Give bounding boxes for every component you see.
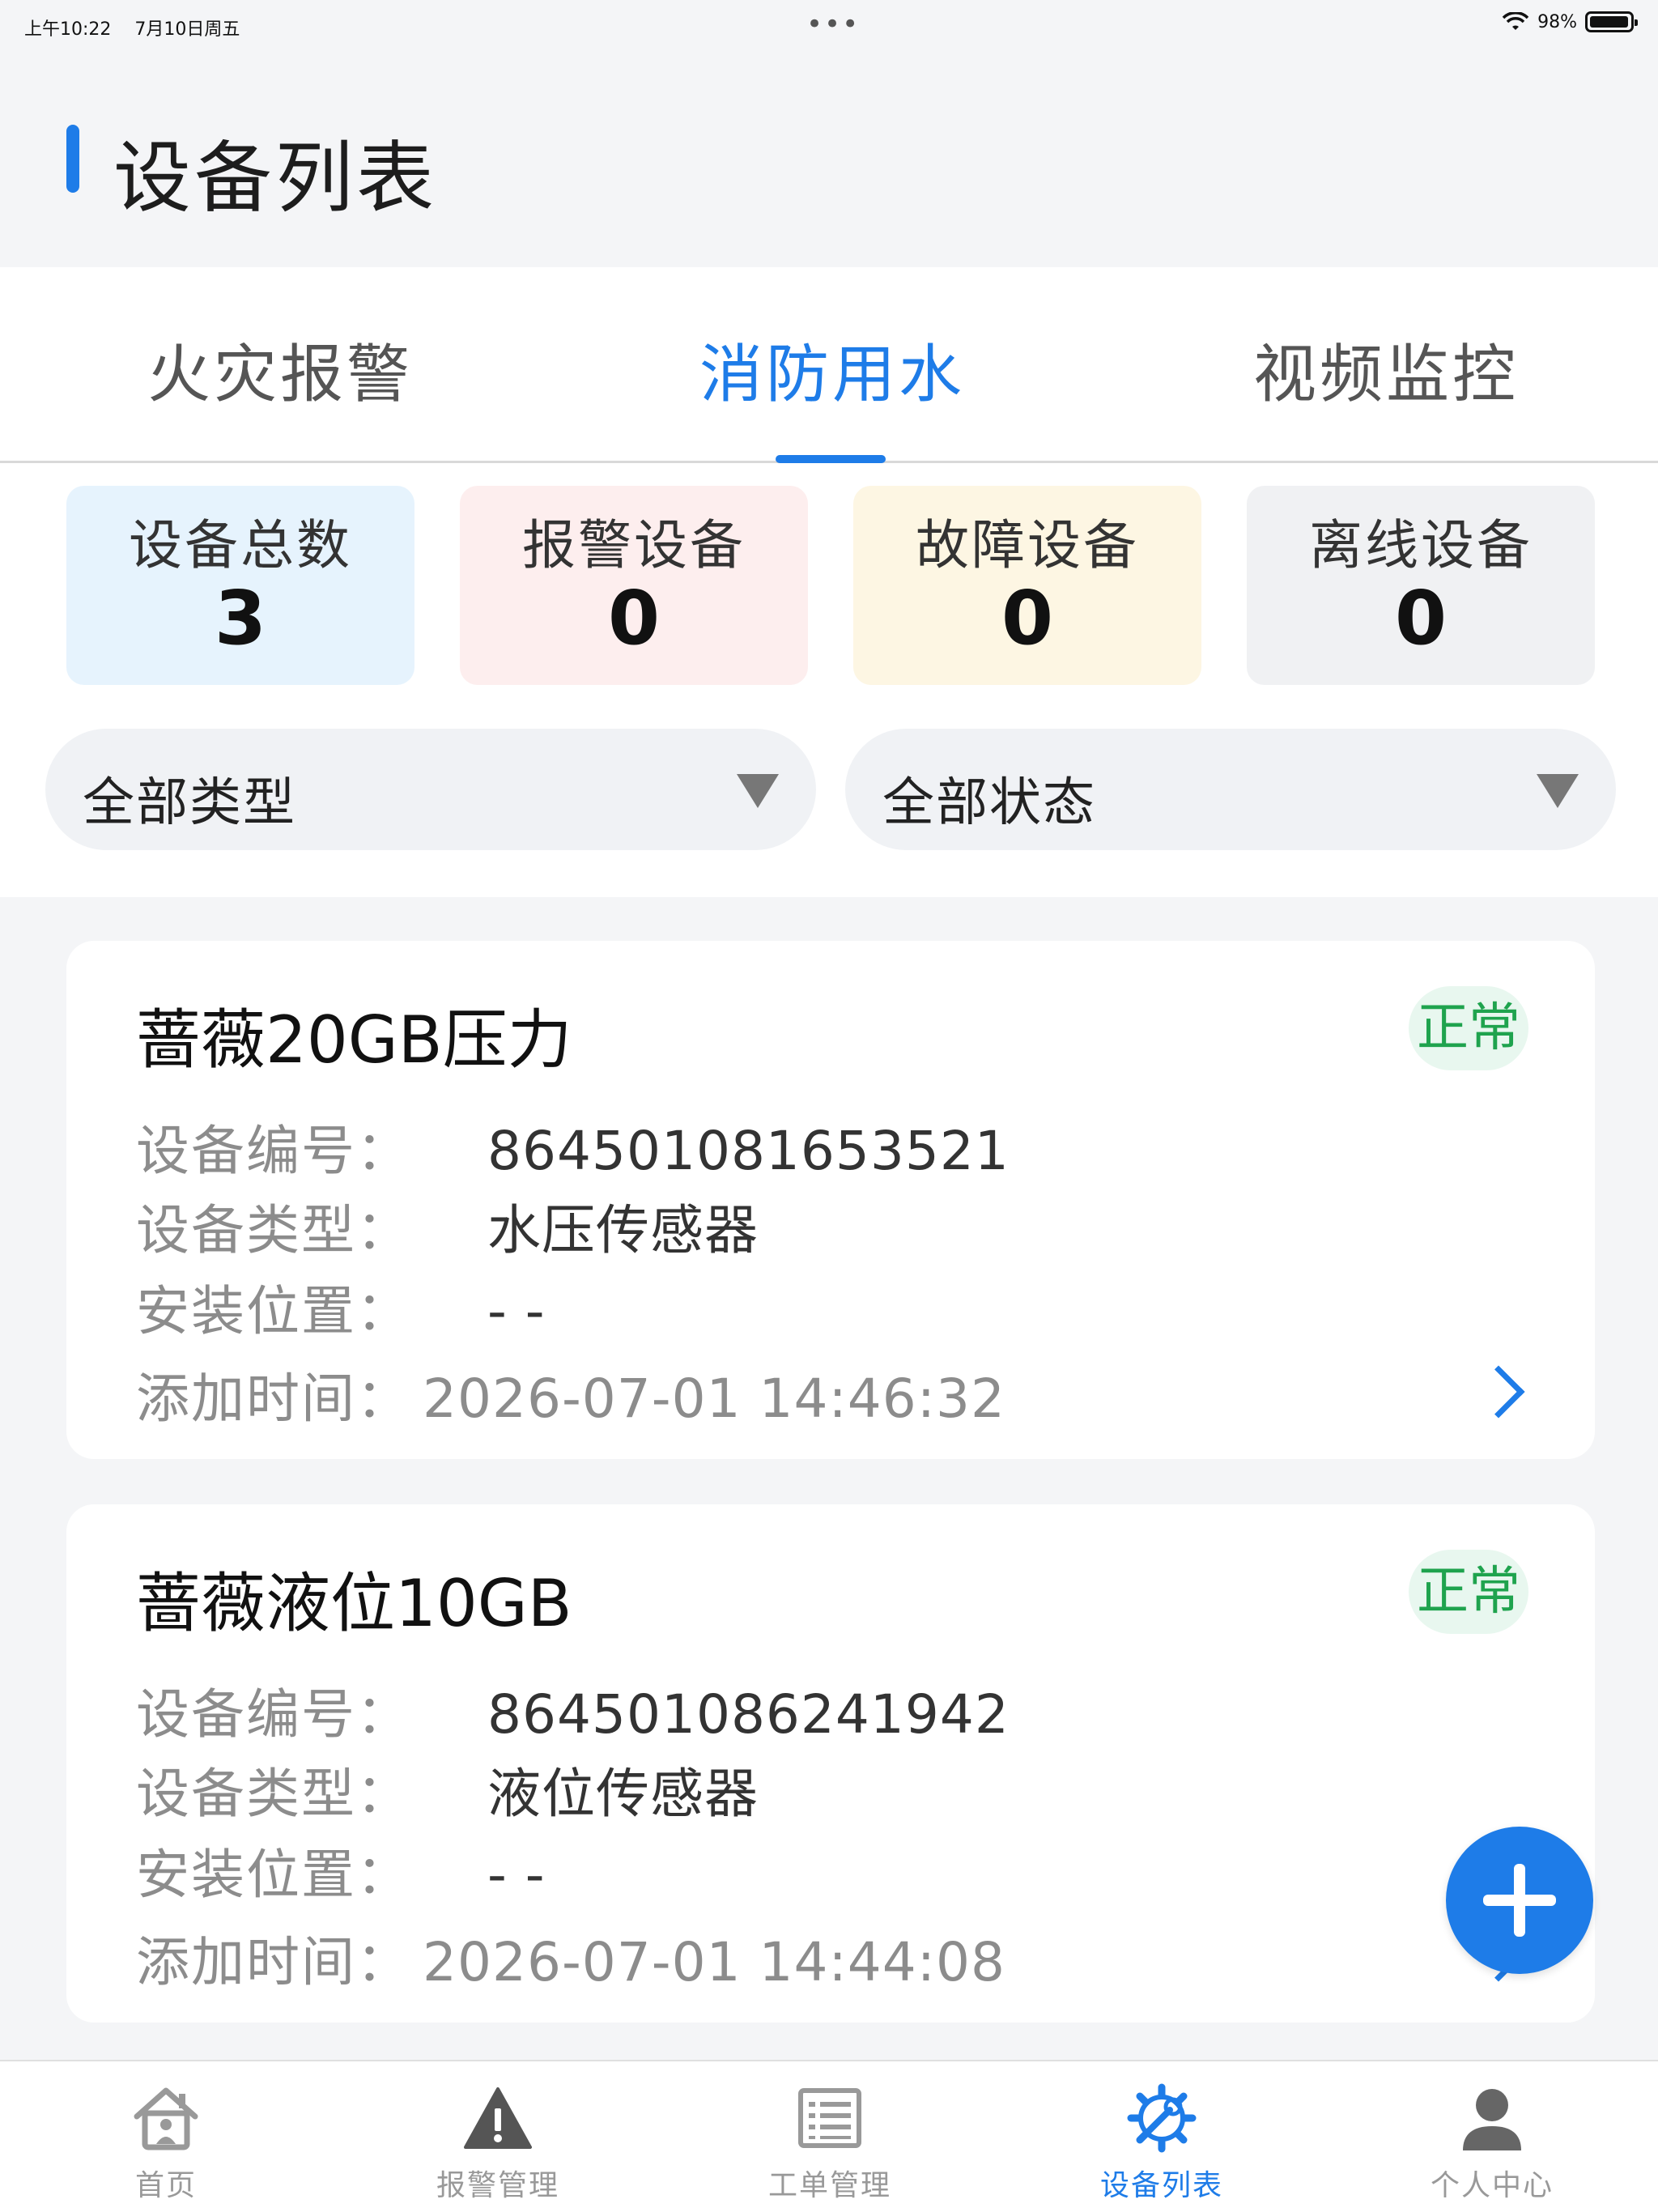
active-tab-indicator [776,455,886,463]
warning-icon [464,2087,532,2149]
nav-item-home[interactable]: 首页 [0,2061,332,2212]
field-label: 设备编号： [136,1683,411,1746]
battery-percent: 98% [1537,11,1577,32]
filter-row: 全部类型 全部状态 [45,729,1616,850]
stat-label: 报警设备 [522,514,746,576]
field-label: 添加时间： [136,1931,411,1993]
device-code: 864501081653521 [487,1120,1010,1182]
nav-label: 个人中心 [1430,2169,1554,2202]
field-label: 安装位置： [136,1280,411,1342]
nav-label: 设备列表 [1099,2169,1223,2202]
type-filter-dropdown[interactable]: 全部类型 [45,729,816,850]
field-label: 设备编号： [136,1120,411,1182]
device-name: 蔷薇20GB压力 [136,1002,572,1078]
stat-label: 设备总数 [129,514,352,576]
title-accent-bar [66,125,79,193]
user-icon [1463,2089,1521,2150]
status-filter-value: 全部状态 [882,773,1096,833]
stat-value: 0 [607,575,660,661]
field-label: 安装位置： [136,1844,411,1906]
field-label: 添加时间： [136,1368,411,1430]
device-card[interactable]: 蔷薇20GB压力 正常 设备编号： 864501081653521 设备类型： 水压… [66,941,1595,1459]
page-title: 设备列表 [113,133,437,223]
device-panel: 火灾报警 消防用水 视频监控 设备总数 3 报警设备 0 故障设备 0 离线设备… [0,267,1658,897]
stat-value: 0 [1394,575,1447,661]
tab-fire-alarm[interactable]: 火灾报警 [147,324,413,415]
tab-fire-water[interactable]: 消防用水 [699,324,965,415]
battery-fill [1590,16,1629,28]
status-right: 98% [1502,11,1638,32]
bottom-nav: 首页 报警管理 工单管理 设备列表 个人中心 [0,2060,1658,2212]
battery-icon [1585,11,1638,32]
multitask-dots[interactable]: ••• [806,8,860,40]
field-label: 设备类型： [136,1763,411,1825]
stat-offline[interactable]: 离线设备 0 [1247,486,1595,685]
device-list-page: 上午10:22 7月10日周五 ••• 98% 设备列表 火灾报警 消防用水 视… [0,0,1658,2212]
device-added-time: 2026-07-01 14:46:32 [423,1368,1005,1430]
field-label: 设备类型： [136,1199,411,1261]
nav-label: 首页 [134,2169,197,2202]
stat-label: 故障设备 [916,514,1139,576]
device-code-row: 设备编号： 864501081653521 [136,1108,1010,1185]
device-code: 864501086241942 [487,1683,1010,1746]
device-type: 水压传感器 [487,1199,759,1261]
nav-item-alarm[interactable]: 报警管理 [332,2061,664,2212]
stat-fault[interactable]: 故障设备 0 [853,486,1201,685]
add-device-button[interactable] [1446,1827,1593,1974]
status-badge: 正常 [1409,986,1528,1070]
device-added-row: 添加时间： 2026-07-01 14:44:08 [136,1919,1005,1997]
status-badge: 正常 [1409,1550,1528,1634]
device-location: - - [487,1844,546,1906]
device-card[interactable]: 蔷薇液位10GB 正常 设备编号： 864501086241942 设备类型： 液位… [66,1504,1595,2023]
wifi-icon [1502,12,1529,30]
status-bar: 上午10:22 7月10日周五 ••• 98% [0,0,1658,49]
status-filter-dropdown[interactable]: 全部状态 [845,729,1616,850]
status-time: 上午10:22 [24,19,112,40]
nav-item-device-list[interactable]: 设备列表 [996,2061,1328,2212]
dropdown-arrow-icon [737,774,779,808]
device-location-row: 安装位置： - - [136,1831,546,1909]
device-added-time: 2026-07-01 14:44:08 [423,1931,1005,1993]
device-code-row: 设备编号： 864501086241942 [136,1671,1010,1749]
device-location: - - [487,1280,546,1342]
home-icon [134,2087,198,2150]
dropdown-arrow-icon [1537,774,1579,808]
chevron-right-icon[interactable] [1472,1365,1525,1419]
status-date: 7月10日周五 [134,19,240,40]
device-type-row: 设备类型： 液位传感器 [136,1750,759,1828]
category-tabs: 火灾报警 消防用水 视频监控 [0,267,1658,463]
device-type: 液位传感器 [487,1763,759,1825]
stat-label: 离线设备 [1309,514,1533,576]
list-icon [798,2088,861,2148]
nav-label: 工单管理 [767,2169,891,2202]
tab-video-monitor[interactable]: 视频监控 [1253,324,1519,415]
nav-item-work-orders[interactable]: 工单管理 [664,2061,996,2212]
type-filter-value: 全部类型 [83,773,296,833]
stat-value: 3 [214,575,266,661]
device-type-row: 设备类型： 水压传感器 [136,1187,759,1265]
device-added-row: 添加时间： 2026-07-01 14:46:32 [136,1355,1005,1433]
device-name: 蔷薇液位10GB [136,1566,572,1641]
page-header: 设备列表 [0,68,1658,267]
stats-row: 设备总数 3 报警设备 0 故障设备 0 离线设备 0 [66,486,1595,685]
stat-value: 0 [1001,575,1053,661]
nav-label: 报警管理 [436,2169,559,2202]
nav-item-profile[interactable]: 个人中心 [1326,2061,1658,2212]
stat-total[interactable]: 设备总数 3 [66,486,414,685]
status-left: 上午10:22 7月10日周五 [24,15,257,40]
device-settings-icon [1127,2083,1197,2153]
device-location-row: 安装位置： - - [136,1268,546,1346]
stat-alarm[interactable]: 报警设备 0 [460,486,808,685]
